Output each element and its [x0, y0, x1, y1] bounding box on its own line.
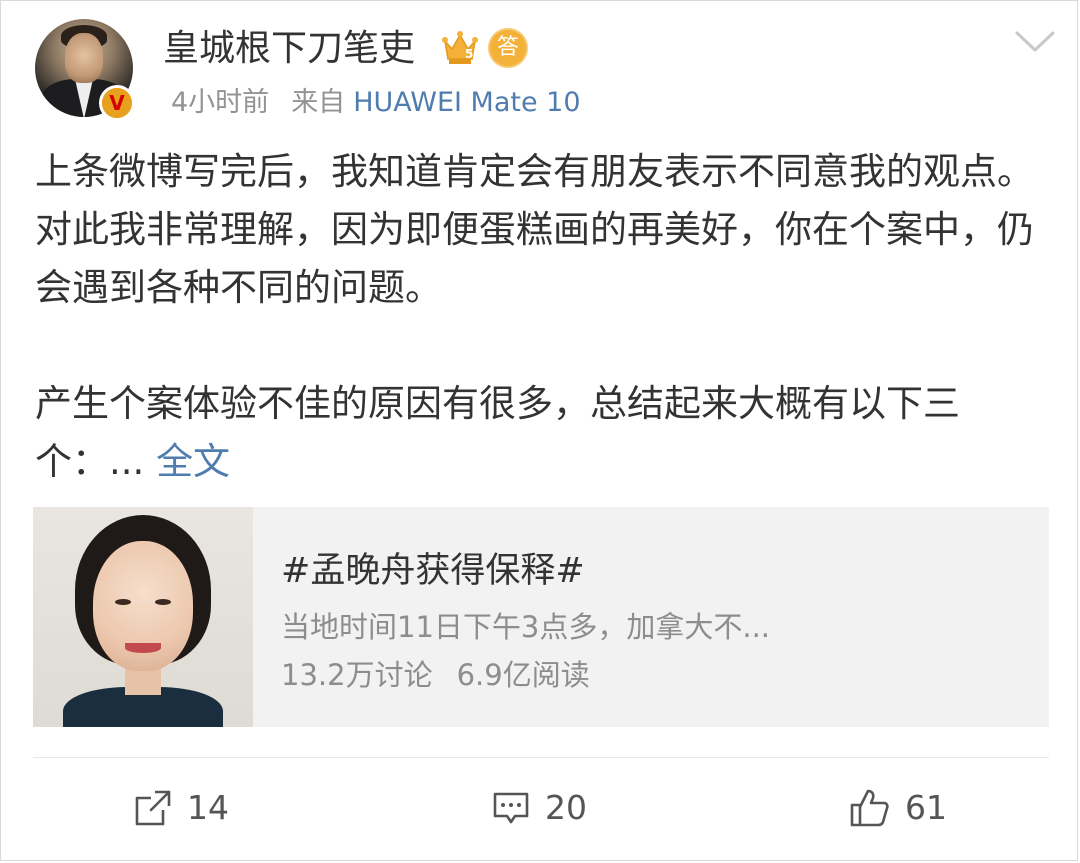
action-bar-divider [33, 757, 1049, 758]
share-icon [135, 790, 171, 826]
topic-card-description: 当地时间11日下午3点多，加拿大不... [281, 610, 771, 644]
verified-badge-icon: V [99, 85, 135, 121]
comment-button[interactable]: 20 [491, 785, 587, 831]
post-text: 上条微博写完后，我知道肯定会有朋友表示不同意我的观点。对此我非常理解，因为即便蛋… [35, 143, 1035, 491]
topic-card-thumbnail [33, 507, 253, 727]
post-meta: 4小时前 来自 HUAWEI Mate 10 [171, 85, 581, 121]
verified-badge-mark: V [102, 88, 132, 118]
topic-read-count: 6.9亿阅读 [456, 658, 590, 692]
repost-count: 14 [187, 788, 229, 827]
topic-discussion-count: 13.2万讨论 [281, 658, 433, 692]
topic-card-stats: 13.2万讨论 6.9亿阅读 [281, 653, 590, 697]
source-prefix: 来自 [291, 87, 346, 118]
avatar-face [65, 33, 103, 83]
like-button[interactable]: 61 [849, 785, 947, 831]
post-paragraph: 上条微博写完后，我知道肯定会有朋友表示不同意我的观点。对此我非常理解，因为即便蛋… [35, 150, 1034, 309]
post-paragraph: 产生个案体验不佳的原因有很多，总结起来大概有以下三个：... 全文 [35, 375, 1035, 491]
comment-icon [493, 792, 529, 824]
crown-level-5-icon[interactable]: 5 [441, 29, 479, 67]
comment-count: 20 [545, 788, 587, 827]
thumbnail-eye [155, 599, 171, 605]
svg-text:5: 5 [465, 47, 473, 61]
thumbs-up-icon [850, 789, 889, 827]
source-device-link[interactable]: HUAWEI Mate 10 [353, 87, 580, 118]
like-count: 61 [905, 788, 947, 827]
topic-card[interactable]: #孟晚舟获得保释# 当地时间11日下午3点多，加拿大不... 13.2万讨论 6.… [33, 507, 1049, 727]
thumbnail-lips [125, 643, 161, 653]
topic-card-title: #孟晚舟获得保释# [281, 551, 585, 591]
repost-button[interactable]: 14 [133, 785, 229, 831]
weibo-post: V 皇城根下刀笔吏 5 答 4小时前 来自 HUAWEI Mate 10 上条微博写… [0, 0, 1078, 861]
full-text-link[interactable]: 全文 [156, 440, 230, 483]
chevron-down-icon[interactable] [1014, 29, 1056, 55]
answer-badge-icon[interactable]: 答 [488, 28, 528, 68]
thumbnail-eye [115, 599, 131, 605]
post-time: 4小时前 [171, 87, 270, 118]
username[interactable]: 皇城根下刀笔吏 [163, 25, 415, 73]
